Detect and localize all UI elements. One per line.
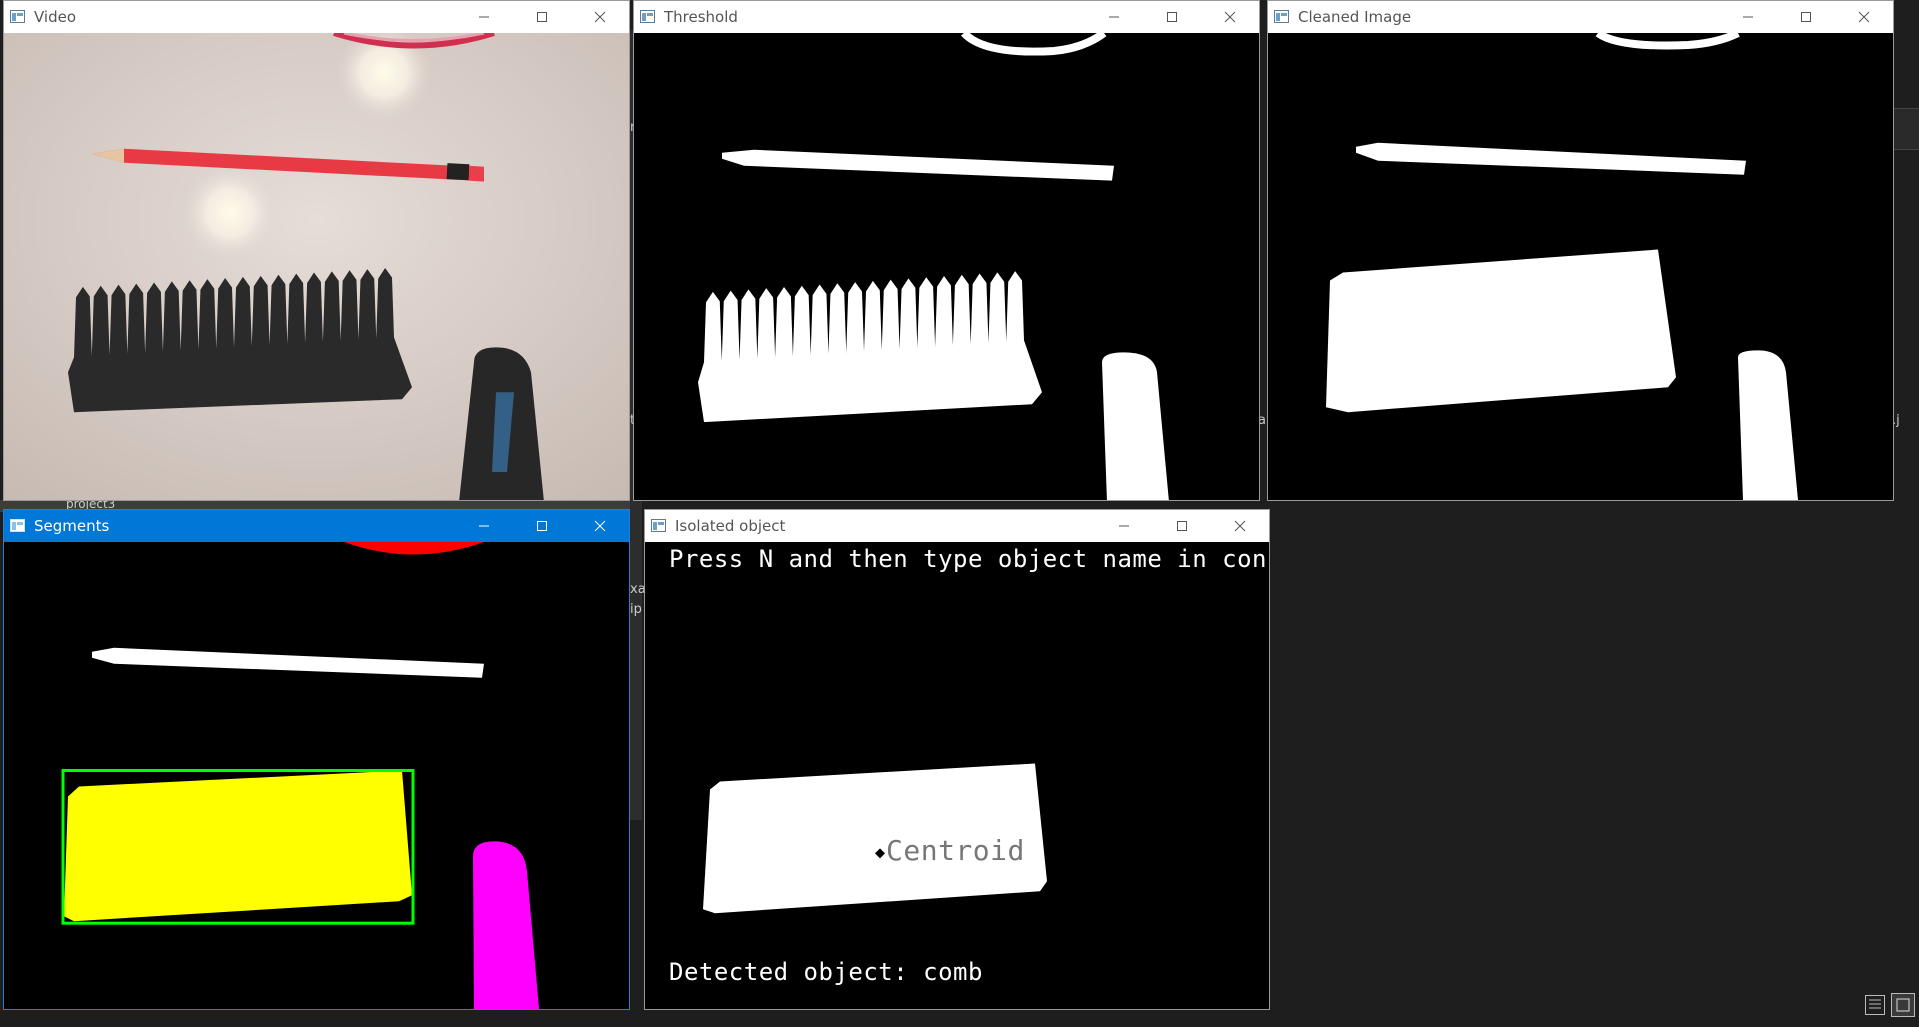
- maximize-button[interactable]: [513, 510, 571, 542]
- close-icon: [594, 11, 606, 23]
- comb-threshold: [698, 271, 1042, 423]
- background-fragment: ip: [630, 602, 642, 617]
- close-icon: [1224, 11, 1236, 23]
- instruction-text: Press N and then type object name in con…: [669, 545, 1269, 573]
- minimize-button[interactable]: [455, 1, 513, 33]
- maximize-button[interactable]: [1143, 1, 1201, 33]
- maximize-button[interactable]: [1777, 1, 1835, 33]
- app-icon: [651, 519, 666, 532]
- window-title: Cleaned Image: [1298, 8, 1412, 26]
- close-icon: [1234, 520, 1246, 532]
- app-icon: [10, 10, 25, 23]
- video-frame: [4, 33, 629, 500]
- list-view-button[interactable]: [1865, 995, 1885, 1015]
- threshold-window[interactable]: Threshold: [633, 0, 1260, 501]
- maximize-icon: [1177, 521, 1187, 531]
- cleaned-image: [1268, 33, 1893, 500]
- tile-view-button[interactable]: [1891, 993, 1915, 1017]
- cleaned-window[interactable]: Cleaned Image: [1267, 0, 1894, 501]
- background-right-panel: [1893, 108, 1919, 150]
- detected-object-label: Detected object: comb: [669, 958, 983, 986]
- window-title: Threshold: [664, 8, 738, 26]
- minimize-icon: [479, 525, 489, 527]
- comb-photo: [68, 268, 412, 413]
- minimize-button[interactable]: [1085, 1, 1143, 33]
- close-button[interactable]: [1835, 1, 1893, 33]
- minimize-icon: [479, 16, 489, 18]
- threshold-frame: [634, 33, 1259, 500]
- video-titlebar[interactable]: Video: [4, 1, 629, 33]
- app-icon: [1274, 10, 1289, 23]
- minimize-icon: [1743, 16, 1753, 18]
- segments-window[interactable]: Segments: [3, 509, 630, 1010]
- app-icon: [640, 10, 655, 23]
- minimize-icon: [1119, 525, 1129, 527]
- close-icon: [1858, 11, 1870, 23]
- close-button[interactable]: [571, 1, 629, 33]
- minimize-icon: [1109, 16, 1119, 18]
- isolated-titlebar[interactable]: Isolated object: [645, 510, 1269, 542]
- cleaned-frame: [1268, 33, 1893, 500]
- isolated-window[interactable]: Isolated object Press N and then type ob…: [644, 509, 1270, 1010]
- threshold-image: [634, 33, 1259, 500]
- threshold-titlebar[interactable]: Threshold: [634, 1, 1259, 33]
- segment-comb: [64, 770, 412, 922]
- minimize-button[interactable]: [455, 510, 513, 542]
- isolated-frame: Press N and then type object name in con…: [645, 542, 1269, 1009]
- maximize-button[interactable]: [1153, 510, 1211, 542]
- app-icon: [10, 519, 25, 532]
- segments-titlebar[interactable]: Segments: [4, 510, 629, 542]
- maximize-icon: [1167, 12, 1177, 22]
- camera-image: [4, 33, 629, 500]
- centroid-label: Centroid: [886, 834, 1025, 867]
- video-window[interactable]: Video: [3, 0, 630, 501]
- segments-frame: [4, 542, 629, 1009]
- maximize-icon: [1801, 12, 1811, 22]
- maximize-icon: [537, 521, 547, 531]
- window-title: Video: [34, 8, 77, 26]
- minimize-button[interactable]: [1095, 510, 1153, 542]
- close-button[interactable]: [1201, 1, 1259, 33]
- minimize-button[interactable]: [1719, 1, 1777, 33]
- window-title: Isolated object: [675, 517, 786, 535]
- segments-image: [4, 542, 629, 1009]
- close-button[interactable]: [571, 510, 629, 542]
- close-button[interactable]: [1211, 510, 1269, 542]
- window-title: Segments: [34, 517, 110, 535]
- isolated-image: [645, 542, 1269, 1009]
- maximize-icon: [537, 12, 547, 22]
- cleaned-titlebar[interactable]: Cleaned Image: [1268, 1, 1893, 33]
- tile-view-icon: [1896, 998, 1910, 1012]
- list-view-icon: [1869, 999, 1881, 1009]
- close-icon: [594, 520, 606, 532]
- maximize-button[interactable]: [513, 1, 571, 33]
